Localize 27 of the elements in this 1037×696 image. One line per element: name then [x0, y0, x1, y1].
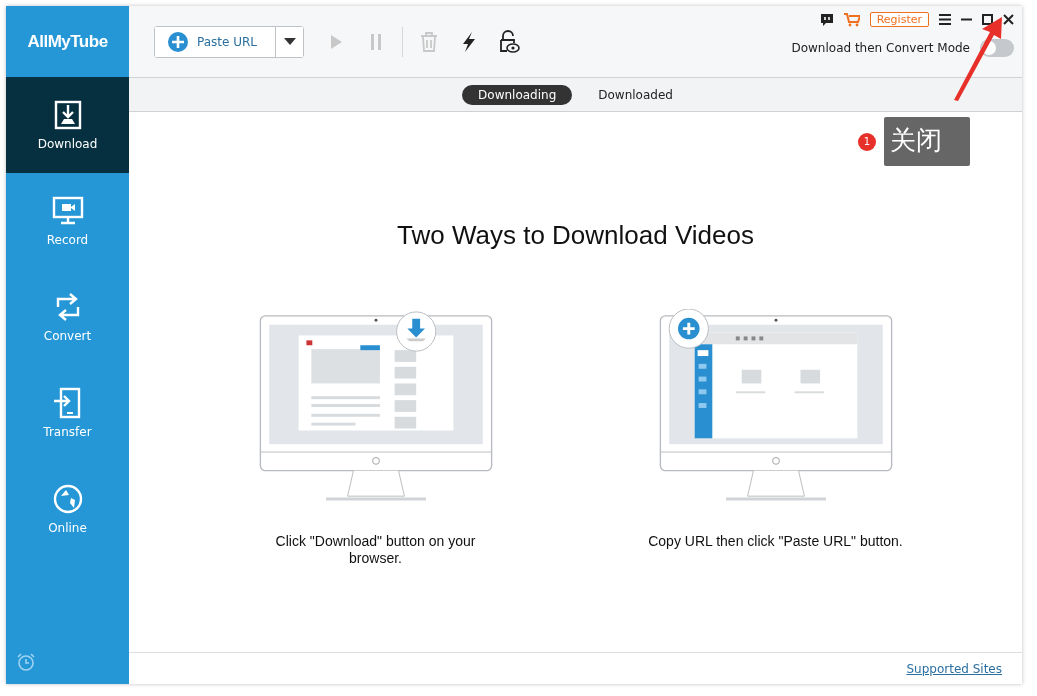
supported-sites-link[interactable]: Supported Sites	[906, 661, 1002, 676]
instruction-text: Copy URL then click "Paste URL" button.	[647, 533, 904, 550]
caret-icon	[283, 37, 296, 46]
sidebar-item[interactable]: Download	[6, 77, 129, 173]
app-logo: AllMyTube	[26, 30, 109, 53]
plus-icon	[167, 30, 189, 53]
annotation-callout: 关闭	[884, 117, 970, 166]
cart-icon[interactable]	[843, 12, 860, 27]
menu-icon[interactable]	[939, 14, 951, 25]
maximize-icon[interactable]	[982, 14, 993, 25]
close-icon[interactable]	[1003, 14, 1014, 25]
register-button[interactable]: Register	[869, 12, 929, 27]
sidebar-item[interactable]: Record	[6, 173, 129, 269]
sidebar-item[interactable]: Convert	[6, 269, 129, 365]
minimize-icon[interactable]	[961, 18, 972, 21]
tab[interactable]: Downloaded	[582, 84, 689, 105]
tab[interactable]: Downloading	[462, 84, 573, 105]
globe-icon	[51, 483, 84, 515]
chat-icon[interactable]	[819, 12, 834, 27]
lock-eye-icon	[497, 29, 521, 54]
heading: Two Ways to Download Videos	[397, 220, 754, 251]
mode-label: Download then Convert Mode	[791, 41, 970, 55]
paste-url-button[interactable]: Paste URL	[155, 26, 276, 57]
monitor-camera-icon	[51, 195, 84, 227]
sidebar-item[interactable]: Transfer	[6, 365, 129, 461]
sidebar-item[interactable]: Online	[6, 461, 129, 557]
instruction-text: Click "Download" button on your browser.	[274, 533, 477, 567]
